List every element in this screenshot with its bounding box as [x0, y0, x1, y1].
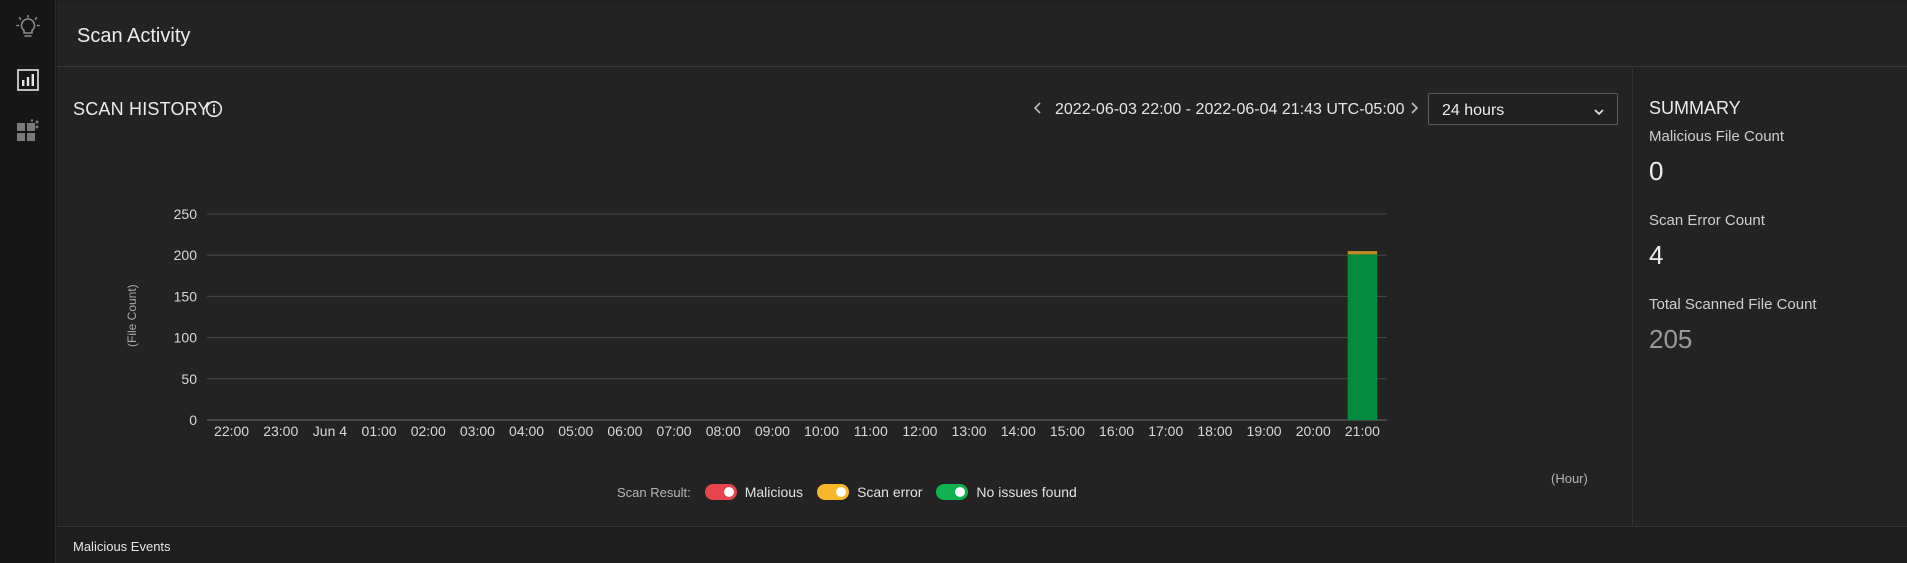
date-range-label: 2022-06-03 22:00 - 2022-06-04 21:43 UTC-… — [1055, 101, 1405, 118]
legend-item-malicious[interactable]: Malicious — [704, 484, 804, 500]
lightbulb-icon — [15, 15, 41, 41]
no-issues-toggle[interactable] — [936, 484, 969, 500]
x-tick-label: 18:00 — [1197, 423, 1232, 439]
nav-insights-button[interactable] — [8, 8, 48, 48]
x-axis-title: (Hour) — [1551, 471, 1588, 486]
x-tick-label: 09:00 — [755, 423, 790, 439]
x-tick-label: 04:00 — [509, 423, 544, 439]
y-tick-label: 250 — [174, 206, 198, 222]
malicious-events-section[interactable]: Malicious Events — [57, 526, 1907, 563]
x-tick-label: 10:00 — [804, 423, 839, 439]
malicious-count-value: 0 — [1649, 156, 1664, 186]
x-tick-label: 20:00 — [1296, 423, 1331, 439]
main-area: Scan Activity SCAN HISTORY 2022-06-03 22… — [57, 0, 1907, 563]
report-chart-icon — [16, 68, 40, 92]
info-icon[interactable] — [205, 100, 223, 118]
total-scanned-count-value: 205 — [1649, 324, 1693, 354]
chevron-left-icon[interactable] — [1031, 100, 1045, 116]
scan-history-title: SCAN HISTORY — [73, 99, 210, 119]
bar-segment — [1347, 251, 1378, 255]
scan-error-toggle[interactable] — [817, 484, 850, 500]
y-tick-label: 150 — [174, 288, 198, 304]
x-tick-label: 02:00 — [411, 423, 446, 439]
malicious-count-label: Malicious File Count — [1649, 128, 1785, 145]
legend-item-no-issues[interactable]: No issues found — [936, 484, 1077, 500]
nav-dashboard-button[interactable] — [8, 111, 48, 151]
scan-error-count-label: Scan Error Count — [1649, 212, 1765, 229]
period-select[interactable]: 24 hours — [1428, 93, 1618, 125]
y-tick-label: 0 — [189, 412, 197, 428]
legend-caption: Scan Result: — [617, 484, 691, 500]
x-tick-label: 19:00 — [1247, 423, 1282, 439]
nav-rail — [0, 0, 56, 563]
nav-reports-button[interactable] — [8, 60, 48, 100]
legend-label-no-issues: No issues found — [976, 484, 1077, 500]
malicious-events-title: Malicious Events — [73, 539, 171, 554]
chart-legend: Scan Result: Malicious Scan error No iss… — [617, 482, 1091, 502]
y-axis-title: (File Count) — [125, 284, 139, 347]
x-tick-label: 13:00 — [952, 423, 987, 439]
scan-error-count-value: 4 — [1649, 240, 1664, 270]
scan-history-panel: SCAN HISTORY 2022-06-03 22:00 - 2022-06-… — [57, 68, 1633, 525]
x-tick-label: 12:00 — [902, 423, 937, 439]
page-title: Scan Activity — [77, 25, 191, 47]
y-tick-label: 50 — [181, 371, 197, 387]
x-tick-label: 14:00 — [1001, 423, 1036, 439]
x-tick-label: 05:00 — [558, 423, 593, 439]
y-tick-label: 200 — [174, 247, 198, 263]
x-tick-label: 11:00 — [854, 423, 888, 439]
summary-title: SUMMARY — [1649, 98, 1741, 118]
x-tick-label: 21:00 — [1345, 423, 1380, 439]
legend-label-malicious: Malicious — [744, 484, 804, 500]
x-tick-label: 01:00 — [362, 423, 397, 439]
chevron-right-icon[interactable] — [1407, 100, 1421, 116]
x-tick-label: 22:00 — [214, 423, 249, 439]
dashboard-tiles-icon — [15, 118, 41, 144]
total-scanned-count-label: Total Scanned File Count — [1649, 296, 1817, 313]
x-tick-label: Jun 4 — [313, 423, 347, 439]
x-tick-label: 03:00 — [460, 423, 495, 439]
x-tick-label: 08:00 — [706, 423, 741, 439]
page-header: Scan Activity — [57, 3, 1907, 67]
period-select-value: 24 hours — [1442, 102, 1505, 119]
x-tick-label: 06:00 — [607, 423, 642, 439]
summary-panel: SUMMARY Malicious File Count 0 Scan Erro… — [1634, 68, 1907, 525]
legend-label-scan-error: Scan error — [857, 484, 923, 500]
bar-segment — [1347, 254, 1378, 420]
x-tick-label: 16:00 — [1099, 423, 1134, 439]
chevron-down-icon — [1593, 104, 1605, 116]
scan-history-chart: 0 50 100 150 200 250 22:00 23:00 Jun 4 01:00 02:00… — [117, 168, 1633, 488]
x-tick-label: 17:00 — [1148, 423, 1183, 439]
y-tick-label: 100 — [174, 330, 198, 346]
legend-item-scan-error[interactable]: Scan error — [817, 484, 922, 500]
x-tick-label: 07:00 — [657, 423, 692, 439]
chart-canvas: 0 50 100 150 200 250 22:00 23:00 Jun 4 01:00 02:00… — [174, 206, 1387, 439]
x-tick-label: 23:00 — [263, 423, 298, 439]
x-tick-label: 15:00 — [1050, 423, 1085, 439]
malicious-toggle[interactable] — [704, 484, 737, 500]
